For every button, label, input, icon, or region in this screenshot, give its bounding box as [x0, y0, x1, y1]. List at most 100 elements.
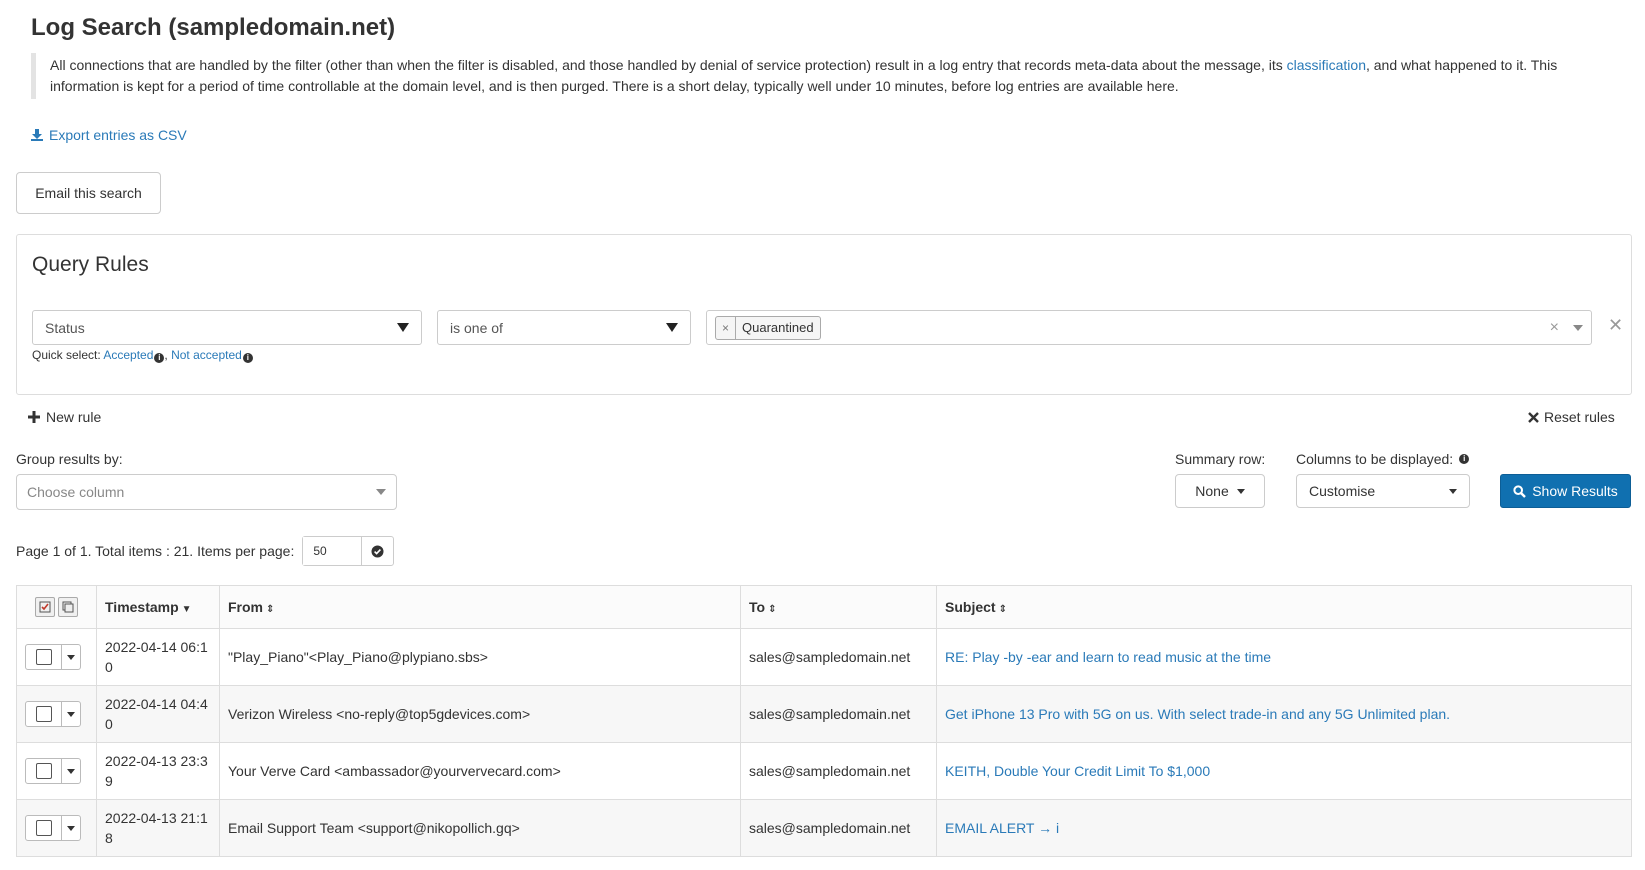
to-cell: sales@sampledomain.net: [740, 799, 937, 857]
from-cell: Your Verve Card <ambassador@yourvervecar…: [219, 742, 741, 800]
search-icon: [1513, 484, 1527, 498]
intro-description: All connections that are handled by the …: [31, 53, 1591, 99]
timestamp-column-header[interactable]: Timestamp ▼: [96, 585, 220, 629]
rule-operator-value: is one of: [450, 319, 503, 336]
info-icon[interactable]: i: [154, 353, 165, 363]
rule-field-select[interactable]: Status: [32, 310, 422, 345]
to-cell: sales@sampledomain.net: [740, 742, 937, 800]
info-icon[interactable]: i: [1459, 454, 1470, 464]
row-select-cell: [16, 742, 97, 800]
remove-tag-icon[interactable]: ×: [716, 316, 737, 339]
row-select-cell: [16, 685, 97, 743]
new-rule-label: New rule: [46, 409, 102, 425]
group-by-select[interactable]: Choose column: [16, 474, 397, 510]
close-icon: [1528, 411, 1539, 423]
from-cell: Email Support Team <support@nikopollich.…: [219, 799, 741, 857]
timestamp-cell: 2022-04-13 23:39: [96, 742, 220, 800]
items-per-page-group: [302, 536, 395, 566]
timestamp-cell: 2022-04-14 04:40: [96, 685, 220, 743]
show-results-label: Show Results: [1532, 483, 1618, 499]
value-tag-label: Quarantined: [742, 320, 814, 335]
columns-select-value: Customise: [1309, 483, 1376, 499]
rule-values-select[interactable]: × Quarantined ×: [706, 310, 1592, 345]
show-results-button[interactable]: Show Results: [1500, 474, 1631, 508]
row-actions-dropdown[interactable]: [62, 816, 80, 840]
caret-down-icon: [1236, 488, 1245, 494]
sort-icon: ⇕: [266, 604, 275, 615]
query-rules-title: Query Rules: [32, 253, 149, 276]
row-actions-dropdown[interactable]: [62, 702, 80, 726]
timestamp-cell: 2022-04-13 21:18: [96, 799, 220, 857]
summary-row-value: None: [1195, 483, 1229, 499]
group-by-label: Group results by:: [16, 451, 123, 467]
quick-select-not-accepted[interactable]: Not accepted: [171, 348, 242, 362]
rule-operator-select[interactable]: is one of: [437, 310, 691, 345]
row-select-cell: [16, 628, 97, 686]
info-icon[interactable]: i: [242, 353, 253, 363]
select-page-icon[interactable]: [58, 597, 78, 617]
new-rule-button[interactable]: New rule: [28, 409, 101, 425]
row-select-control: [25, 644, 81, 670]
caret-down-icon: [67, 711, 75, 717]
plus-icon: [28, 411, 40, 423]
quick-select: Quick select: Accepted i, Not accepted i: [32, 348, 253, 363]
sort-icon: ⇕: [768, 604, 777, 615]
from-header-label: From: [228, 599, 263, 615]
apply-items-per-page-button[interactable]: [361, 537, 393, 565]
select-all-icon[interactable]: [35, 597, 55, 617]
table-row[interactable]: 2022-04-14 04:40 Verizon Wireless <no-re…: [16, 685, 1632, 743]
caret-down-icon: [1449, 488, 1457, 494]
row-select-control: [25, 701, 81, 727]
row-checkbox[interactable]: [26, 702, 62, 726]
export-csv-label: Export entries as CSV: [49, 127, 187, 143]
table-row[interactable]: 2022-04-13 23:39 Your Verve Card <ambass…: [16, 742, 1632, 800]
subject-header-label: Subject: [945, 599, 996, 615]
chevron-down-icon[interactable]: [1573, 324, 1583, 331]
classification-link[interactable]: classification: [1287, 57, 1366, 73]
subject-link[interactable]: KEITH, Double Your Credit Limit To $1,00…: [936, 742, 1632, 800]
columns-select[interactable]: Customise: [1296, 474, 1470, 508]
clear-values-icon[interactable]: ×: [1550, 319, 1559, 337]
remove-rule-icon[interactable]: ✕: [1608, 315, 1623, 336]
subject-link[interactable]: EMAIL ALERT → i: [936, 799, 1632, 857]
table-row[interactable]: 2022-04-14 06:10 "Play_Piano"<Play_Piano…: [16, 628, 1632, 686]
caret-down-icon: [666, 323, 678, 332]
subject-column-header[interactable]: Subject ⇕: [936, 585, 1632, 629]
items-per-page-input[interactable]: [303, 537, 362, 565]
to-header-label: To: [749, 599, 766, 615]
select-column-header: [16, 585, 97, 629]
export-csv-link[interactable]: Export entries as CSV: [31, 127, 187, 143]
caret-down-icon: [67, 654, 75, 660]
subject-link[interactable]: Get iPhone 13 Pro with 5G on us. With se…: [936, 685, 1632, 743]
email-search-button[interactable]: Email this search: [16, 172, 161, 214]
row-actions-dropdown[interactable]: [62, 645, 80, 669]
columns-displayed-text: Columns to be displayed:: [1296, 451, 1454, 467]
timestamp-cell: 2022-04-14 06:10: [96, 628, 220, 686]
to-column-header[interactable]: To ⇕: [740, 585, 937, 629]
timestamp-header-label: Timestamp: [105, 599, 179, 615]
caret-down-icon: [67, 825, 75, 831]
subject-link[interactable]: RE: Play -by -ear and learn to read musi…: [936, 628, 1632, 686]
row-checkbox[interactable]: [26, 645, 62, 669]
table-row[interactable]: 2022-04-13 21:18 Email Support Team <sup…: [16, 799, 1632, 857]
summary-row-dropdown[interactable]: None: [1175, 474, 1265, 508]
pagination-bar: Page 1 of 1. Total items : 21. Items per…: [16, 536, 395, 566]
intro-text-before: All connections that are handled by the …: [50, 57, 1287, 73]
from-column-header[interactable]: From ⇕: [219, 585, 741, 629]
quick-select-accepted[interactable]: Accepted: [103, 348, 153, 362]
row-select-control: [25, 758, 81, 784]
columns-displayed-label: Columns to be displayed: i: [1296, 451, 1470, 467]
reset-rules-label: Reset rules: [1544, 409, 1615, 425]
reset-rules-button[interactable]: Reset rules: [1528, 409, 1615, 425]
row-checkbox[interactable]: [26, 816, 62, 840]
caret-down-icon: [397, 323, 409, 332]
results-table: Timestamp ▼ From ⇕ To ⇕ Subject ⇕ 2022-04-14…: [16, 585, 1632, 857]
group-by-placeholder: Choose column: [27, 484, 125, 500]
pagination-text: Page 1 of 1. Total items : 21. Items per…: [16, 543, 295, 559]
row-actions-dropdown[interactable]: [62, 759, 80, 783]
value-tag: × Quarantined: [715, 315, 821, 340]
table-header-row: Timestamp ▼ From ⇕ To ⇕ Subject ⇕: [16, 585, 1632, 629]
sort-desc-icon: ▼: [181, 604, 192, 615]
row-checkbox[interactable]: [26, 759, 62, 783]
chevron-down-icon: [376, 489, 386, 495]
